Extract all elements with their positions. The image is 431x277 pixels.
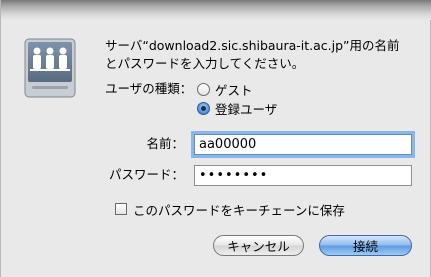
user-type-label: ユーザの種類：: [105, 81, 193, 96]
name-label: 名前：: [146, 136, 184, 151]
name-field[interactable]: [194, 134, 412, 155]
titlebar-shadow: [1, 0, 431, 20]
radio-registered-user-button[interactable]: [197, 101, 210, 115]
radio-guest-button[interactable]: [197, 82, 210, 96]
radio-guest[interactable]: ゲスト: [197, 80, 253, 98]
connect-to-server-dialog: サーバ“download2.sic.shibaura-it.ac.jp”用の名前…: [0, 0, 431, 277]
save-to-keychain-label: このパスワードをキーチェーンに保存: [133, 202, 345, 218]
radio-registered-user[interactable]: 登録ユーザ: [197, 99, 277, 117]
save-to-keychain-checkbox[interactable]: [115, 203, 127, 215]
radio-registered-user-label: 登録ユーザ: [215, 101, 278, 117]
save-to-keychain[interactable]: このパスワードをキーチェーンに保存: [115, 200, 345, 218]
cancel-button[interactable]: キャンセル: [213, 235, 304, 256]
radio-guest-label: ゲスト: [215, 82, 253, 98]
login-prompt: サーバ“download2.sic.shibaura-it.ac.jp”用の名前…: [105, 37, 425, 73]
network-server-icon: [24, 38, 76, 98]
connect-button[interactable]: 接続: [319, 235, 412, 256]
prompt-line-1: サーバ“download2.sic.shibaura-it.ac.jp”用の名前: [105, 38, 400, 53]
prompt-line-2: とパスワードを入力してください。: [105, 56, 305, 71]
password-field[interactable]: ••••••••: [194, 165, 412, 186]
password-label: パスワード：: [108, 167, 184, 182]
